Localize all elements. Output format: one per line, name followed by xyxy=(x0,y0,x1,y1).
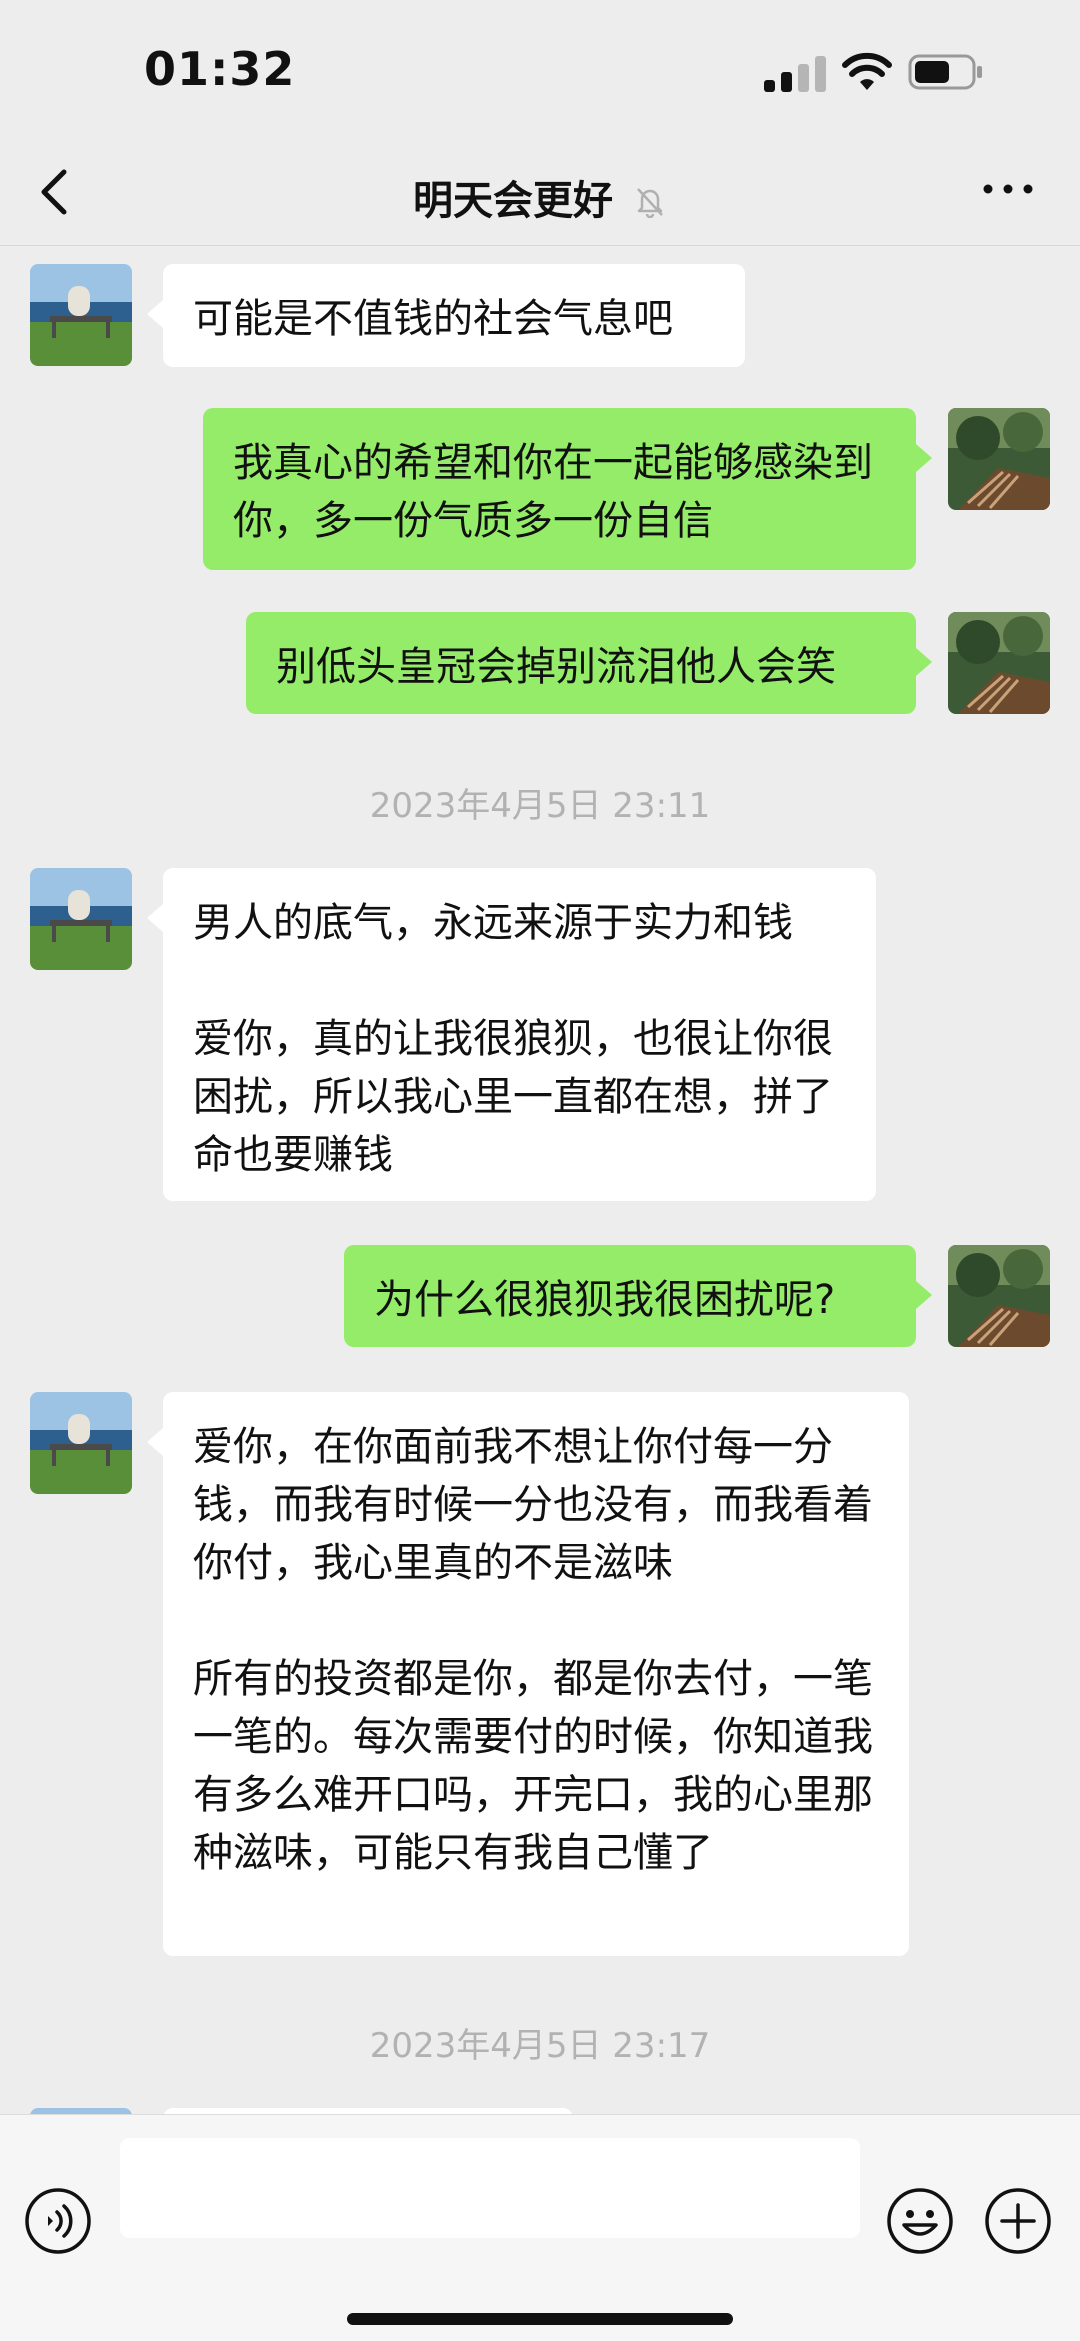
my-avatar[interactable] xyxy=(948,612,1050,714)
cellular-signal-icon xyxy=(764,56,826,92)
emoji-icon[interactable] xyxy=(886,2187,954,2255)
message-bubble[interactable]: 我真心的希望和你在一起能够感染到你，多一份气质多一份自信 xyxy=(203,408,932,570)
message-bubble[interactable]: 男人的底气，永远来源于实力和钱 爱你，真的让我很狼狈，也很让你很困扰，所以我心里… xyxy=(147,868,876,1201)
plus-icon[interactable] xyxy=(984,2187,1052,2255)
mute-bell-icon xyxy=(637,188,663,218)
battery-icon xyxy=(908,54,982,90)
more-icon[interactable] xyxy=(978,174,1038,204)
message-bubble[interactable]: 别低头皇冠会掉别流泪他人会笑 xyxy=(246,612,932,714)
chat-screen: 01:32 明天会更好 可能是不值钱的社会气息吧 我真心的希望和你在一起能够感染… xyxy=(0,0,1080,2341)
timestamp: 2023年4月5日 23:17 xyxy=(369,2026,711,2066)
status-time: 01:32 xyxy=(144,42,296,96)
message-input[interactable] xyxy=(120,2138,860,2238)
input-bar xyxy=(0,2114,1080,2341)
my-avatar[interactable] xyxy=(948,1245,1050,1347)
status-bar: 01:32 xyxy=(0,0,1080,140)
contact-avatar[interactable] xyxy=(30,264,132,366)
home-indicator[interactable] xyxy=(347,2313,733,2325)
message-bubble[interactable]: 可能是不值钱的社会气息吧 xyxy=(147,264,745,367)
message-bubble[interactable]: 爱你，在你面前我不想让你付每一分钱，而我有时候一分也没有，而我看着你付，我心里真… xyxy=(147,1392,909,1956)
message-list[interactable]: 可能是不值钱的社会气息吧 我真心的希望和你在一起能够感染到你，多一份气质多一份自… xyxy=(0,246,1080,2114)
voice-icon[interactable] xyxy=(24,2187,92,2255)
message-bubble[interactable]: 为什么很狼狈我很困扰呢? xyxy=(344,1245,932,1347)
chat-title-area[interactable]: 明天会更好 xyxy=(0,168,1080,226)
chat-title: 明天会更好 xyxy=(413,178,614,224)
contact-avatar[interactable] xyxy=(30,1392,132,1494)
wifi-icon xyxy=(842,52,892,90)
timestamp: 2023年4月5日 23:11 xyxy=(369,786,711,826)
contact-avatar[interactable] xyxy=(30,868,132,970)
my-avatar[interactable] xyxy=(948,408,1050,510)
nav-bar: 明天会更好 xyxy=(0,140,1080,246)
